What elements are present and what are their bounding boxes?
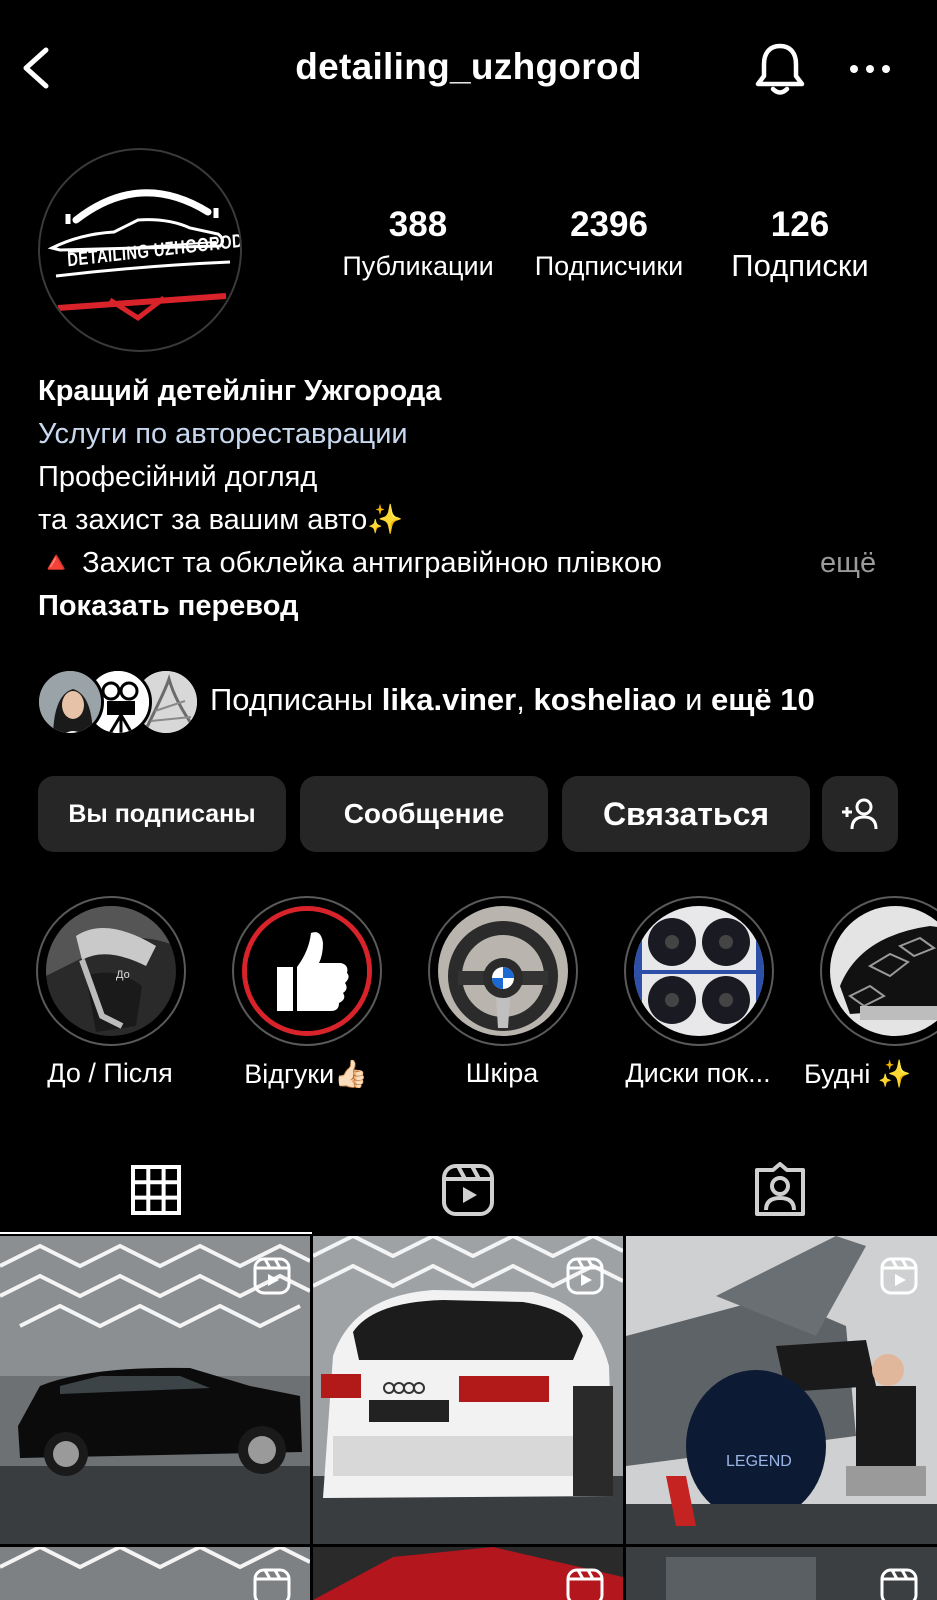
more-options-button[interactable] [846,54,896,84]
followed-user-link[interactable]: lika.viner [382,682,516,717]
highlight-ring [820,896,937,1046]
steering-wheel-image-icon: До [46,906,176,1036]
post-thumbnail[interactable] [313,1236,623,1544]
stat-posts[interactable]: 388 Публикации [328,204,508,286]
post-thumbnail[interactable] [313,1547,623,1600]
bio-line: Професійний догляд [38,461,318,493]
profile-tabs [0,1146,937,1234]
thumbs-up-image-icon [242,906,372,1036]
followed-and: и [676,682,711,717]
followed-prefix: Подписаны [210,682,382,717]
followed-by-text: Подписаны lika.viner, kosheliao и ещё 10 [210,682,815,718]
highlight-label: До / Після [47,1058,173,1088]
posts-label: Публикации [342,251,494,281]
followed-sep: , [516,682,534,717]
reel-badge-icon [880,1257,918,1295]
highlight-label: Відгуки👍🏻 [244,1059,368,1089]
followers-label: Подписчики [534,251,684,281]
stat-following[interactable]: 126 Подписки [712,204,888,286]
grid-icon [131,1165,181,1215]
posts-count: 388 [388,205,448,244]
suggest-users-button[interactable] [822,776,898,852]
followed-more-link[interactable]: ещё 10 [711,682,815,717]
posts-grid: LEGEND [0,1236,937,1600]
reel-badge-icon [880,1568,918,1600]
more-dots-icon [850,65,890,73]
highlight-label: Диски пок... [625,1058,771,1088]
show-translation-link[interactable]: Показать перевод [38,585,918,628]
car-hood-image-icon [830,906,937,1036]
post-thumbnail[interactable] [626,1547,937,1600]
post-thumbnail[interactable]: LEGEND [626,1236,937,1544]
reel-badge-icon [566,1257,604,1295]
reel-badge-icon [253,1568,291,1600]
profile-avatar[interactable]: DETAILING UZHGOROD [38,148,242,352]
profile-category[interactable]: Услуги по автореставрации [38,413,918,456]
contact-button[interactable]: Связаться [562,776,810,852]
highlight-ring: До [36,896,186,1046]
svg-text:LEGEND: LEGEND [726,1453,792,1470]
reel-badge-icon [253,1257,291,1295]
top-bar: detailing_uzhgorod [0,0,937,140]
following-button[interactable]: Вы подписаны [38,776,286,852]
bio-line: 🔺 Захист та обклейка антигравійною плівк… [38,547,662,579]
avatar [36,668,104,736]
following-label: Подписки [731,248,869,283]
followers-count: 2396 [570,205,648,244]
post-thumbnail[interactable] [0,1547,310,1600]
bio-more-link[interactable]: ещё [820,542,876,585]
following-count: 126 [770,205,830,244]
highlight-label: Будні ✨ [804,1059,912,1089]
bell-icon [755,43,805,95]
bio-line: та захист за вашим авто✨ [38,504,404,536]
message-button[interactable]: Сообщение [300,776,548,852]
tagged-user-icon [755,1162,805,1216]
svg-text:До: До [116,969,130,981]
add-user-icon [842,798,878,830]
highlight-ring [624,896,774,1046]
highlight-ring [428,896,578,1046]
highlight-ring [232,896,382,1046]
followed-user-link[interactable]: kosheliao [533,682,676,717]
profile-bio: Кращий детейлінг Ужгорода Услуги по авто… [38,370,918,628]
stat-followers[interactable]: 2396 Подписчики [520,204,698,286]
tab-tagged[interactable] [624,1146,936,1234]
reel-badge-icon [566,1568,604,1600]
reels-icon [442,1164,494,1216]
notifications-button[interactable] [752,40,808,98]
post-thumbnail[interactable] [0,1236,310,1544]
tab-posts-grid[interactable] [0,1146,312,1234]
bmw-steering-image-icon [438,906,568,1036]
profile-display-name: Кращий детейлінг Ужгорода [38,375,442,407]
highlight-label: Шкіра [465,1058,539,1088]
wheel-rims-image-icon [634,906,764,1036]
tab-reels[interactable] [312,1146,624,1234]
followed-by-row[interactable]: Подписаны lika.viner, kosheliao и ещё 10 [36,668,916,738]
